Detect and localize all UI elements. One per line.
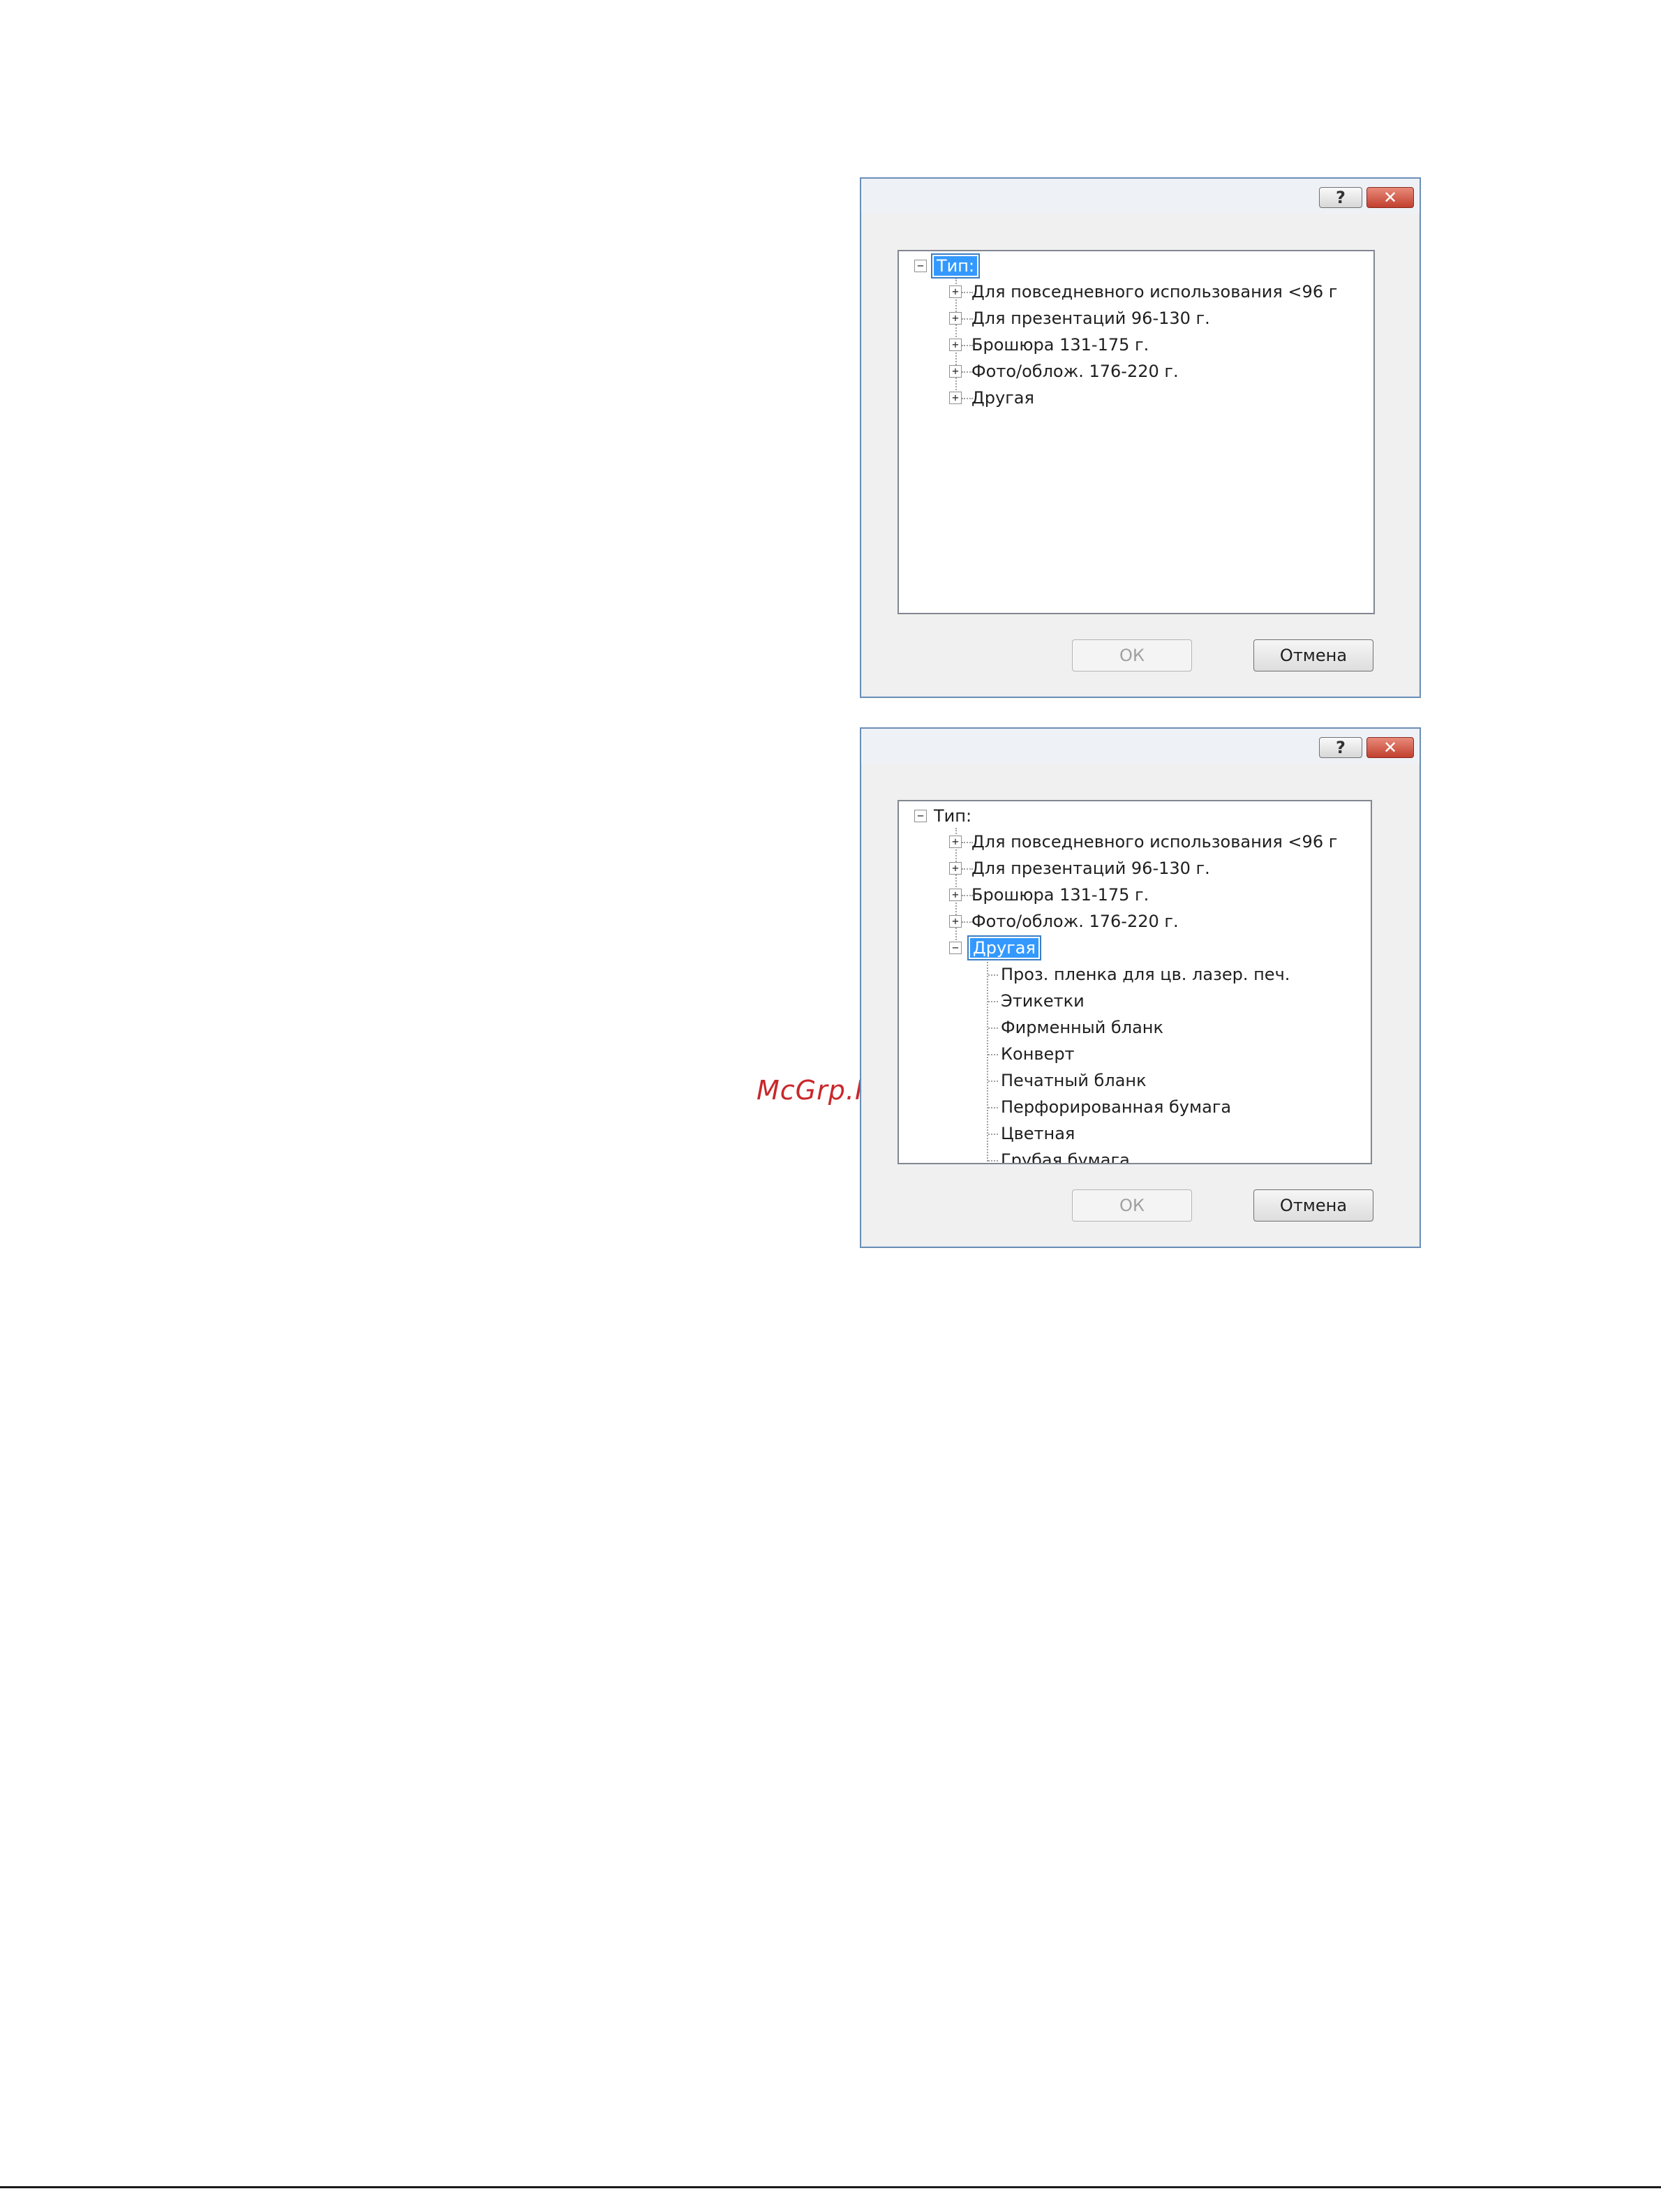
- tree-item-photo-cover[interactable]: Фото/облож. 176-220 г.: [971, 359, 1179, 384]
- dialog-titlebar: ? ✕: [861, 729, 1420, 764]
- tree-item-brochure[interactable]: Брошюра 131-175 г.: [971, 882, 1149, 907]
- help-button[interactable]: ?: [1319, 187, 1362, 208]
- collapse-icon[interactable]: −: [914, 810, 927, 822]
- tree-item-presentation[interactable]: Для презентаций 96-130 г.: [971, 856, 1210, 881]
- tree-subitem-labels[interactable]: Этикетки: [1001, 988, 1085, 1014]
- expand-icon[interactable]: +: [949, 285, 962, 298]
- expand-icon[interactable]: +: [949, 889, 962, 901]
- tree-connector: [988, 1107, 998, 1108]
- tree-item-photo-cover[interactable]: Фото/облож. 176-220 г.: [971, 909, 1179, 934]
- tree-subitem-transparency[interactable]: Проз. пленка для цв. лазер. печ.: [1001, 962, 1290, 987]
- tree-subitem-envelope[interactable]: Конверт: [1001, 1041, 1075, 1067]
- tree-connector: [988, 1081, 998, 1082]
- page-footer-rule: [0, 2186, 1661, 2188]
- paper-type-dialog-collapsed: ? ✕ − Тип: + Для повседневного использов…: [860, 177, 1421, 698]
- collapse-icon[interactable]: −: [914, 260, 927, 272]
- expand-icon[interactable]: +: [949, 365, 962, 378]
- tree-item-other[interactable]: Другая: [967, 935, 1041, 960]
- close-button[interactable]: ✕: [1366, 187, 1414, 208]
- tree-subitem-prepunched[interactable]: Перфорированная бумага: [1001, 1094, 1231, 1120]
- tree-connector: [987, 959, 988, 1161]
- tree-connector: [988, 1001, 998, 1002]
- close-button[interactable]: ✕: [1366, 737, 1414, 758]
- tree-root-type[interactable]: Тип:: [934, 803, 971, 829]
- cancel-button[interactable]: Отмена: [1253, 639, 1373, 671]
- expand-icon[interactable]: +: [949, 339, 962, 351]
- tree-item-everyday[interactable]: Для повседневного использования <96 г: [971, 279, 1337, 304]
- tree-connector: [988, 1054, 998, 1055]
- tree-subitem-letterhead[interactable]: Фирменный бланк: [1001, 1015, 1163, 1040]
- tree-item-presentation[interactable]: Для презентаций 96-130 г.: [971, 306, 1210, 331]
- tree-connector: [988, 1134, 998, 1135]
- tree-connector: [988, 974, 998, 976]
- expand-icon[interactable]: +: [949, 392, 962, 404]
- tree-root-type[interactable]: Тип:: [930, 253, 981, 279]
- expand-icon[interactable]: +: [949, 915, 962, 928]
- tree-connector: [988, 1160, 998, 1161]
- dialog-titlebar: ? ✕: [861, 179, 1420, 214]
- tree-item-brochure[interactable]: Брошюра 131-175 г.: [971, 332, 1149, 357]
- paper-type-dialog-expanded: ? ✕ − Тип: + Для повседневного использов…: [860, 727, 1421, 1248]
- tree-item-everyday[interactable]: Для повседневного использования <96 г: [971, 829, 1337, 854]
- cancel-button[interactable]: Отмена: [1253, 1189, 1373, 1222]
- paper-type-tree[interactable]: − Тип: + Для повседневного использования…: [897, 250, 1375, 614]
- tree-item-other[interactable]: Другая: [971, 385, 1034, 410]
- collapse-icon[interactable]: −: [949, 942, 962, 954]
- tree-subitem-colored[interactable]: Цветная: [1001, 1121, 1075, 1146]
- expand-icon[interactable]: +: [949, 312, 962, 325]
- tree-subitem-rough[interactable]: Грубая бумага: [1001, 1148, 1130, 1163]
- ok-button[interactable]: ОК: [1072, 639, 1192, 671]
- expand-icon[interactable]: +: [949, 862, 962, 875]
- expand-icon[interactable]: +: [949, 836, 962, 848]
- paper-type-tree[interactable]: − Тип: + Для повседневного использования…: [897, 800, 1372, 1164]
- help-button[interactable]: ?: [1319, 737, 1362, 758]
- tree-subitem-preprinted[interactable]: Печатный бланк: [1001, 1068, 1147, 1093]
- tree-connector: [988, 1027, 998, 1029]
- ok-button[interactable]: ОК: [1072, 1189, 1192, 1222]
